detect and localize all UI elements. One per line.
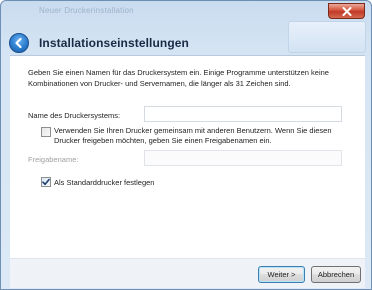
share-checkbox-label: Verwenden Sie Ihren Drucker gemeinsam mi… xyxy=(54,126,332,145)
share-name-label: Freigabename: xyxy=(28,155,79,164)
share-name-field[interactable] xyxy=(144,150,342,169)
back-arrow-icon xyxy=(15,37,22,49)
printer-name-field[interactable] xyxy=(144,106,342,125)
close-button[interactable] xyxy=(328,3,365,19)
default-printer-label: Als Standarddrucker festlegen xyxy=(54,178,155,187)
printer-name-input[interactable] xyxy=(145,110,341,125)
share-checkbox[interactable] xyxy=(41,127,51,137)
header-glass-area xyxy=(288,21,366,53)
printer-name-label: Name des Druckersystems: xyxy=(28,111,121,120)
window-title: Neuer Druckerinstallation xyxy=(39,6,134,15)
default-printer-checkbox[interactable] xyxy=(41,177,51,187)
share-name-input[interactable] xyxy=(145,154,341,169)
intro-text: Geben Sie einen Namen für das Druckersys… xyxy=(28,68,329,88)
next-button[interactable]: Weiter > xyxy=(258,266,305,283)
cancel-button[interactable]: Abbrechen xyxy=(311,266,361,283)
close-icon xyxy=(342,6,351,16)
checkmark-icon xyxy=(42,178,50,186)
page-title: Installationseinstellungen xyxy=(39,36,189,50)
back-button[interactable] xyxy=(9,33,29,53)
